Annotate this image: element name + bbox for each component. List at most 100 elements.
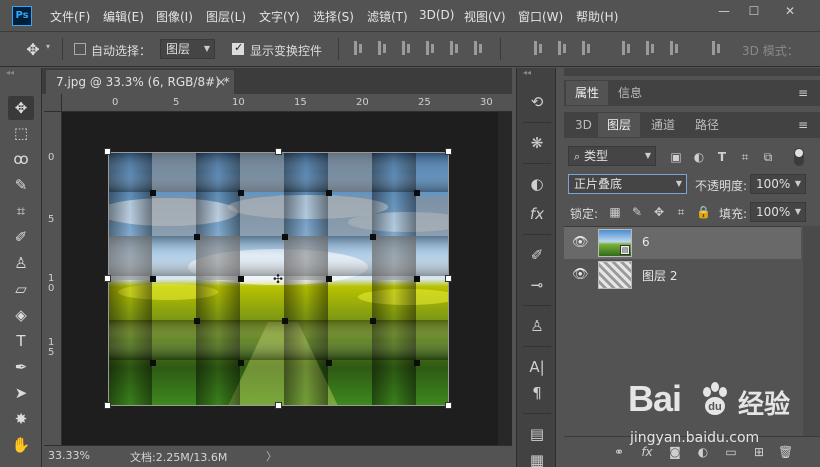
distribute-left-icon[interactable] — [620, 41, 634, 55]
menu-filter[interactable]: 滤镜(T) — [367, 8, 408, 25]
lock-image-icon[interactable]: ✎ — [630, 205, 644, 219]
minimize-button[interactable]: — — [710, 4, 738, 20]
menu-help[interactable]: 帮助(H) — [576, 8, 618, 25]
eraser-tool-icon[interactable]: ▱ — [8, 277, 34, 301]
timeline-panel-icon[interactable]: ▦ — [524, 448, 550, 467]
close-tab-icon[interactable]: × — [216, 70, 226, 94]
canvas-pasteboard[interactable]: ✣ — [62, 112, 512, 445]
brush-presets-icon[interactable]: ⊸ — [524, 273, 550, 297]
transform-handle[interactable] — [445, 275, 452, 282]
type-tool-icon[interactable]: T — [8, 329, 34, 353]
filter-toggle-switch[interactable] — [794, 148, 804, 166]
paragraph-panel-icon[interactable]: ¶ — [524, 381, 550, 405]
eye-icon[interactable]: 👁 — [572, 267, 589, 282]
tab-info[interactable]: 信息 — [609, 81, 651, 105]
blend-mode-dropdown[interactable]: 正片叠底 ▼ — [568, 174, 687, 194]
transform-handle[interactable] — [104, 148, 111, 155]
transform-center-icon[interactable]: ✣ — [273, 272, 283, 286]
document-tab[interactable]: 7.jpg @ 33.3% (6, RGB/8#) * × — [46, 70, 234, 94]
lock-all-icon[interactable]: 🔒 — [696, 205, 711, 219]
preset-caret-icon[interactable]: ▾ — [46, 42, 50, 51]
transform-handle[interactable] — [445, 148, 452, 155]
auto-align-icon[interactable] — [710, 41, 724, 55]
align-vcenter-icon[interactable] — [376, 41, 390, 55]
auto-select-dropdown[interactable]: 图层 ▼ — [160, 39, 215, 59]
distribute-top-icon[interactable] — [532, 41, 546, 55]
filter-type-icon[interactable]: T — [715, 150, 729, 164]
filter-smart-object-icon[interactable]: ⧉ — [761, 150, 775, 164]
filter-adjustment-icon[interactable]: ◐ — [692, 150, 706, 164]
layer-filter-dropdown[interactable]: ⌕ 类型 ▼ — [568, 146, 656, 166]
crop-tool-icon[interactable]: ⌗ — [8, 199, 34, 223]
align-bottom-icon[interactable] — [400, 41, 414, 55]
layer-name[interactable]: 6 — [642, 235, 650, 249]
auto-select-checkbox[interactable] — [74, 43, 86, 55]
lasso-tool-icon[interactable]: ꝏ — [8, 147, 34, 171]
menu-type[interactable]: 文字(Y) — [259, 8, 300, 25]
menu-view[interactable]: 视图(V) — [464, 8, 506, 25]
lock-artboard-icon[interactable]: ⌗ — [674, 205, 688, 219]
brush-settings-icon[interactable]: ✐ — [524, 243, 550, 267]
distribute-right-icon[interactable] — [668, 41, 682, 55]
layer-row[interactable]: 👁 图层 2 — [564, 259, 801, 291]
actions-panel-icon[interactable]: ▤ — [524, 422, 550, 446]
lock-position-icon[interactable]: ✥ — [652, 205, 666, 219]
menu-edit[interactable]: 编辑(E) — [103, 8, 144, 25]
menu-file[interactable]: 文件(F) — [50, 8, 90, 25]
history-panel-icon[interactable]: ⟲ — [524, 90, 550, 114]
menu-select[interactable]: 选择(S) — [313, 8, 354, 25]
tab-properties[interactable]: 属性 — [566, 81, 609, 105]
distribute-bottom-icon[interactable] — [580, 41, 594, 55]
layer-row[interactable]: 👁 ▤ 6 — [564, 227, 801, 259]
layer-name[interactable]: 图层 2 — [642, 267, 677, 284]
fill-field[interactable]: 100% ▼ — [750, 202, 806, 222]
tab-layers[interactable]: 图层 — [598, 113, 641, 137]
transform-handle[interactable] — [275, 148, 282, 155]
align-left-icon[interactable] — [424, 41, 438, 55]
align-top-icon[interactable] — [352, 41, 366, 55]
transform-handle[interactable] — [445, 402, 452, 409]
zoom-level[interactable]: 33.33% — [48, 449, 90, 462]
align-hcenter-icon[interactable] — [448, 41, 462, 55]
navigator-panel-icon[interactable]: ❋ — [524, 131, 550, 155]
menu-window[interactable]: 窗口(W) — [518, 8, 563, 25]
tab-paths[interactable]: 路径 — [686, 113, 728, 137]
panel-menu-icon[interactable]: ≡ — [796, 118, 810, 132]
maximize-button[interactable]: ☐ — [740, 4, 768, 20]
character-panel-icon[interactable]: A| — [524, 355, 550, 379]
vertical-ruler[interactable]: 0 5 10 15 — [44, 112, 62, 445]
panel-menu-icon[interactable]: ≡ — [796, 86, 810, 100]
distribute-vcenter-icon[interactable] — [556, 41, 570, 55]
pen-tool-icon[interactable]: ✒ — [8, 355, 34, 379]
move-tool-icon[interactable]: ✥ — [8, 96, 34, 120]
distribute-hcenter-icon[interactable] — [644, 41, 658, 55]
lock-transparent-icon[interactable]: ▦ — [608, 205, 622, 219]
tab-channels[interactable]: 通道 — [642, 113, 684, 137]
opacity-field[interactable]: 100% ▼ — [750, 174, 806, 194]
close-button[interactable]: ✕ — [776, 4, 804, 20]
menu-layer[interactable]: 图层(L) — [206, 8, 246, 25]
align-right-icon[interactable] — [472, 41, 486, 55]
show-transform-checkbox[interactable] — [232, 41, 244, 55]
eye-icon[interactable]: 👁 — [572, 235, 589, 250]
transform-handle[interactable] — [104, 402, 111, 409]
clone-stamp-tool-icon[interactable]: ♙ — [8, 251, 34, 275]
horizontal-ruler[interactable]: 0 5 10 15 20 25 30 — [62, 94, 512, 112]
filter-pixel-icon[interactable]: ▣ — [669, 150, 683, 164]
status-menu-arrow-icon[interactable]: 〉 — [266, 448, 277, 464]
quick-selection-tool-icon[interactable]: ✎ — [8, 173, 34, 197]
move-tool-preset-icon[interactable]: ✥ — [22, 40, 44, 60]
transform-handle[interactable] — [275, 402, 282, 409]
transform-handle[interactable] — [104, 275, 111, 282]
brush-tool-icon[interactable]: ✐ — [8, 225, 34, 249]
adjustments-panel-icon[interactable]: ◐ — [524, 172, 550, 196]
tab-3d[interactable]: 3D — [566, 113, 601, 137]
styles-panel-icon[interactable]: fx — [524, 202, 550, 226]
clone-source-icon[interactable]: ♙ — [524, 314, 550, 338]
menu-image[interactable]: 图像(I) — [156, 8, 193, 25]
hand-tool-icon[interactable]: ✋ — [8, 433, 34, 457]
expand-dock-icon[interactable]: ◂◂ — [523, 69, 551, 77]
paint-bucket-tool-icon[interactable]: ◈ — [8, 303, 34, 327]
collapse-toolbox-icon[interactable]: ◂◂ — [6, 69, 36, 77]
path-selection-tool-icon[interactable]: ➤ — [8, 381, 34, 405]
